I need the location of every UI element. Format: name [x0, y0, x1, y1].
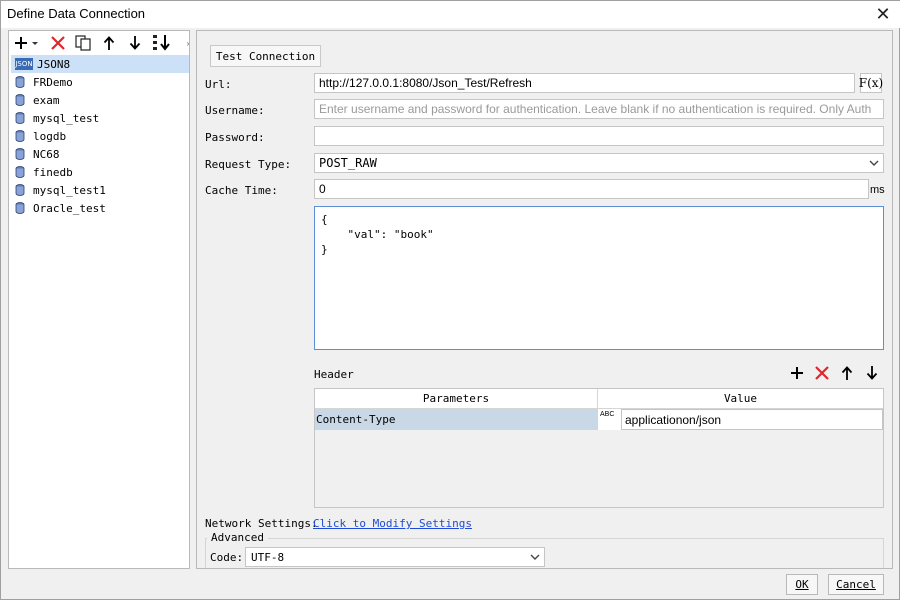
sort-button[interactable]	[151, 33, 173, 53]
cache-time-input[interactable]: 0	[314, 179, 869, 199]
request-type-label: Request Type:	[205, 158, 292, 171]
move-header-up-button[interactable]	[838, 364, 856, 382]
code-label: Code:	[210, 551, 244, 564]
username-label: Username:	[205, 104, 265, 117]
list-item-json8[interactable]: JSON JSON8	[11, 55, 189, 73]
connection-label: finedb	[33, 165, 73, 179]
request-type-select[interactable]: POST_RAW	[314, 153, 884, 173]
list-item-nc68[interactable]: NC68	[11, 145, 189, 163]
url-input[interactable]: http://127.0.0.1:8080/Json_Test/Refresh	[314, 73, 855, 93]
sort-icon	[153, 35, 170, 51]
json-icon: JSON	[15, 58, 33, 70]
database-icon	[15, 112, 25, 124]
window-title: Define Data Connection	[7, 6, 146, 21]
define-data-connection-dialog: Define Data Connection ✕ › JSON JSON8 FR…	[0, 0, 900, 600]
cancel-button[interactable]: Cancel	[828, 574, 884, 595]
cache-time-label: Cache Time:	[205, 184, 278, 197]
chevron-down-icon	[526, 548, 544, 566]
chevron-down-icon	[865, 154, 883, 172]
modify-settings-link[interactable]: Click to Modify Settings	[313, 517, 472, 530]
list-item-mysql-test[interactable]: mysql_test	[11, 109, 189, 127]
toolbar-overflow-chevron[interactable]: ›	[185, 33, 191, 53]
connection-label: JSON8	[37, 57, 71, 71]
connection-settings-panel: Test Connection Url: http://127.0.0.1:80…	[196, 30, 893, 569]
request-type-value: POST_RAW	[319, 156, 377, 170]
url-label: Url:	[205, 78, 232, 91]
username-input[interactable]: Enter username and password for authenti…	[314, 99, 884, 119]
header-table: Parameters Value Content-Type ABC applic…	[314, 388, 884, 508]
list-item-finedb[interactable]: finedb	[11, 163, 189, 181]
list-item-oracle-test[interactable]: Oracle_test	[11, 199, 189, 217]
column-header-value[interactable]: Value	[598, 389, 883, 408]
delete-header-button[interactable]	[813, 364, 831, 382]
move-up-button[interactable]	[101, 33, 117, 53]
password-input[interactable]	[314, 126, 884, 146]
delete-icon	[51, 36, 65, 50]
database-icon	[15, 184, 25, 196]
list-item-mysql-test1[interactable]: mysql_test1	[11, 181, 189, 199]
table-row[interactable]: Content-Type ABC applicationon/json	[315, 409, 883, 430]
move-up-icon	[841, 366, 853, 380]
connection-label: mysql_test1	[33, 183, 106, 197]
connection-label: NC68	[33, 147, 60, 161]
list-item-frdemo[interactable]: FRDemo	[11, 73, 189, 91]
move-header-down-button[interactable]	[863, 364, 881, 382]
test-connection-button[interactable]: Test Connection	[210, 45, 321, 67]
database-icon	[15, 166, 25, 178]
connection-list: JSON JSON8 FRDemo exam mysql_test logdb	[11, 55, 189, 217]
value-type-label: ABC	[600, 411, 615, 418]
delete-icon	[815, 366, 829, 380]
add-header-button[interactable]	[788, 364, 806, 382]
connection-label: exam	[33, 93, 60, 107]
column-header-parameters[interactable]: Parameters	[315, 389, 598, 408]
encoding-select[interactable]: UTF-8	[245, 547, 545, 567]
table-header-row: Parameters Value	[315, 389, 883, 409]
password-label: Password:	[205, 131, 265, 144]
connection-list-panel: › JSON JSON8 FRDemo exam mysql_test logd…	[8, 30, 190, 569]
database-icon	[15, 148, 25, 160]
move-down-button[interactable]	[127, 33, 143, 53]
database-icon	[15, 202, 25, 214]
ok-label: OK	[795, 578, 809, 591]
connection-toolbar: ›	[9, 31, 189, 55]
move-down-icon	[129, 36, 141, 50]
database-icon	[15, 76, 25, 88]
ok-button[interactable]: OK	[786, 574, 818, 595]
advanced-group-label: Advanced	[207, 531, 268, 544]
formula-button[interactable]: F(x)	[859, 73, 883, 93]
connection-label: FRDemo	[33, 75, 73, 89]
list-item-exam[interactable]: exam	[11, 91, 189, 109]
title-bar: Define Data Connection ✕	[1, 1, 900, 28]
header-parameter-cell[interactable]: Content-Type	[315, 409, 598, 430]
network-settings-label: Network Settings:	[205, 517, 318, 530]
move-down-icon	[866, 366, 878, 380]
database-icon	[15, 94, 25, 106]
encoding-value: UTF-8	[251, 550, 285, 564]
connection-label: Oracle_test	[33, 201, 106, 215]
add-icon	[15, 37, 38, 49]
add-connection-button[interactable]	[13, 33, 41, 53]
move-up-icon	[103, 36, 115, 50]
list-item-logdb[interactable]: logdb	[11, 127, 189, 145]
cache-time-unit: ms	[870, 184, 885, 196]
copy-connection-button[interactable]	[73, 33, 93, 53]
add-icon	[791, 367, 803, 379]
header-label: Header	[314, 368, 354, 381]
close-icon[interactable]: ✕	[873, 4, 893, 24]
delete-connection-button[interactable]	[49, 33, 67, 53]
database-icon	[15, 130, 25, 142]
connection-label: logdb	[33, 129, 67, 143]
value-type-icon[interactable]: ABC	[598, 409, 621, 430]
cancel-label: Cancel	[836, 578, 876, 591]
copy-icon	[75, 35, 91, 51]
request-body-editor[interactable]: { "val": "book" }	[314, 206, 884, 350]
header-value-cell[interactable]: applicationon/json	[621, 409, 883, 430]
connection-label: mysql_test	[33, 111, 100, 125]
